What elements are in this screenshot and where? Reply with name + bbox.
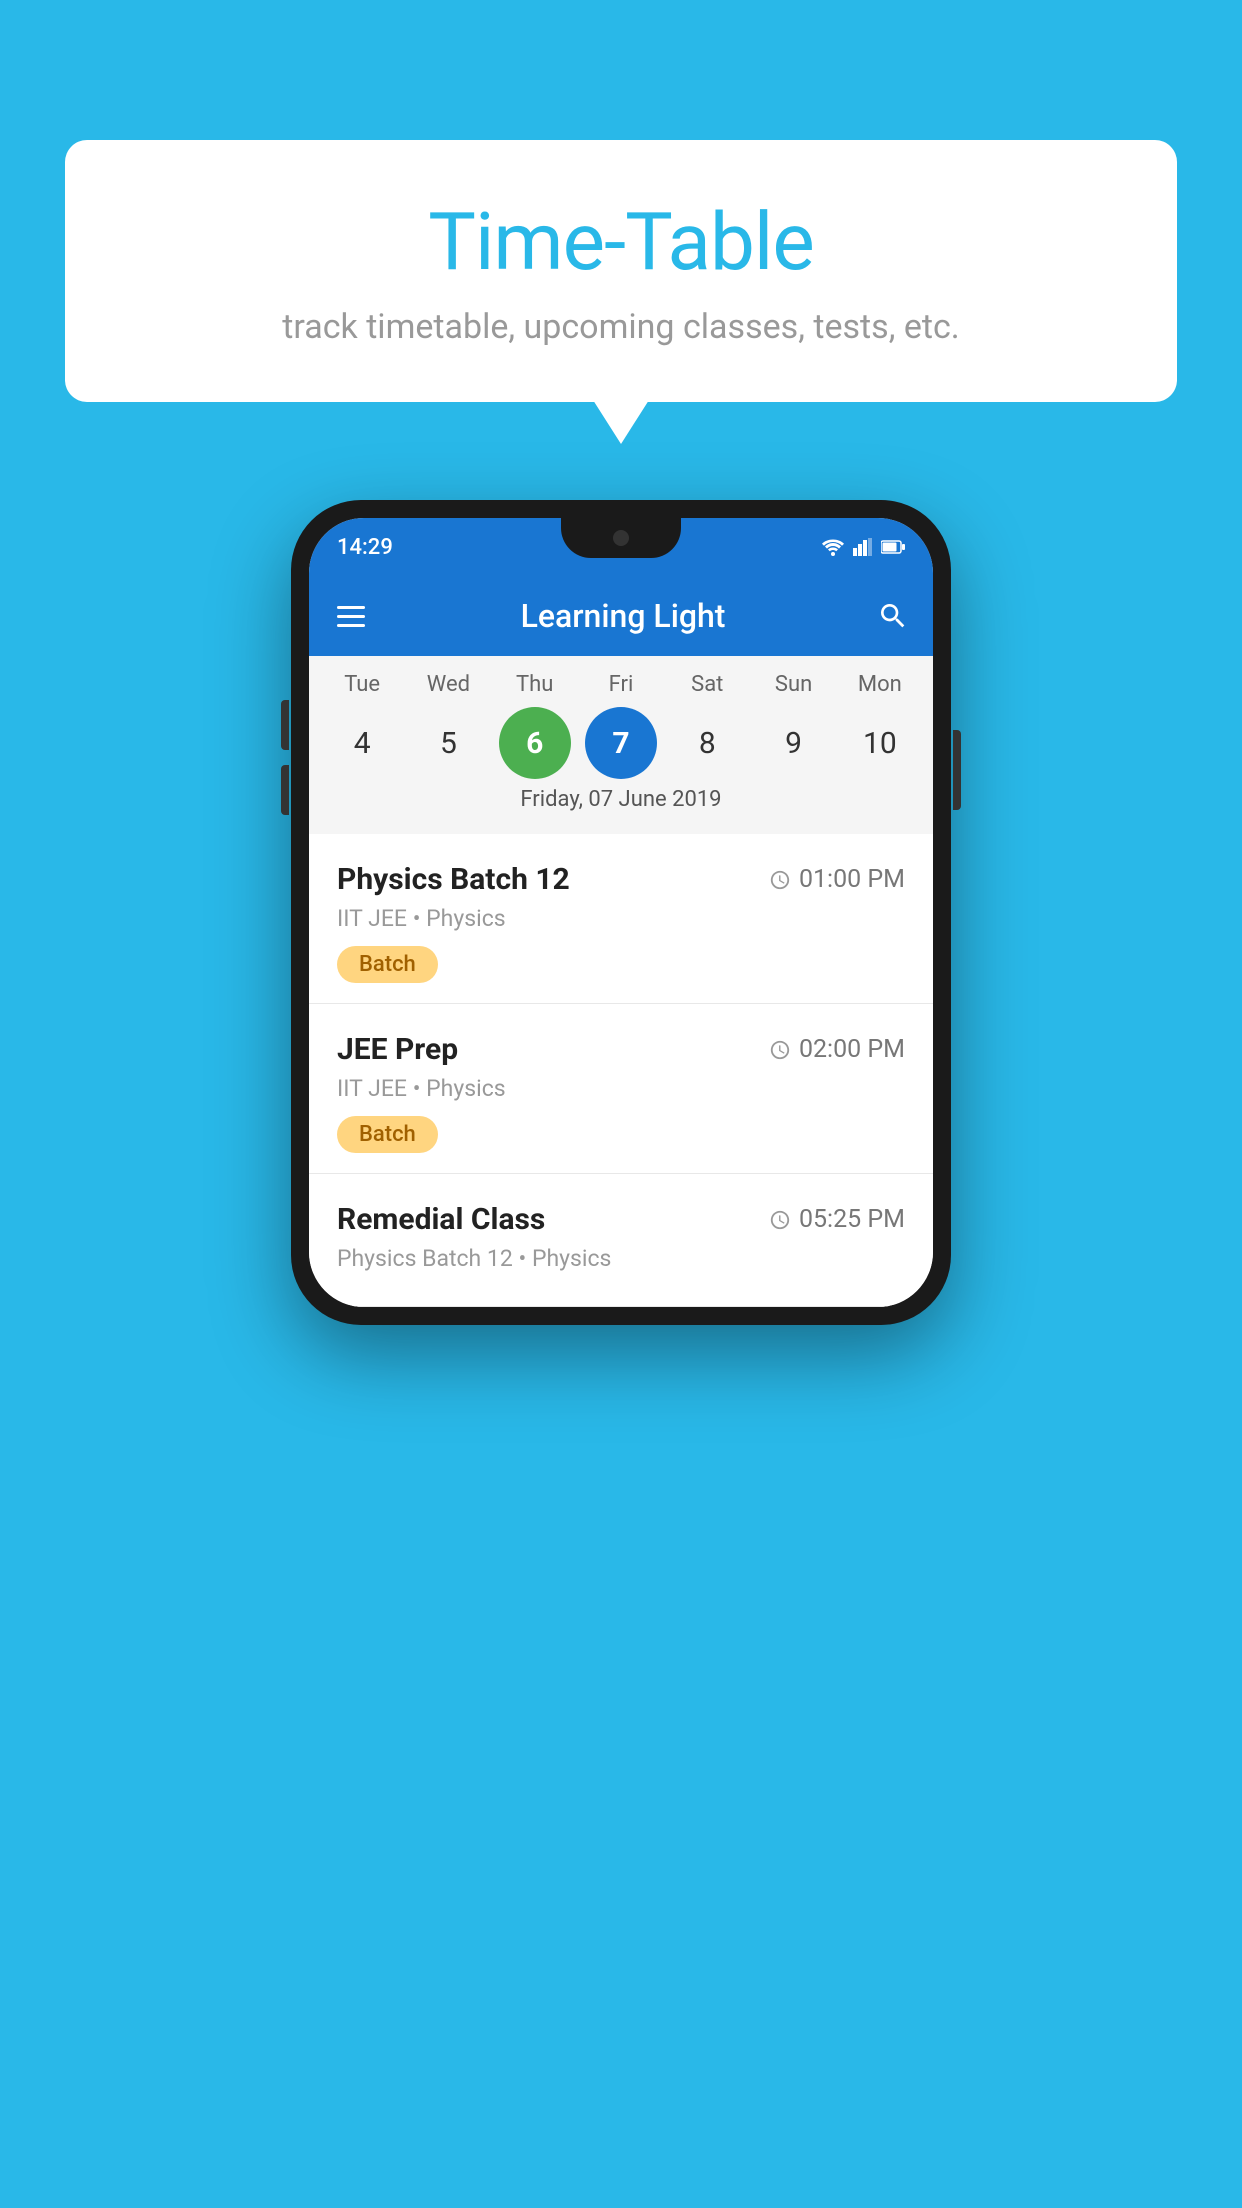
day-header: Tue (326, 672, 398, 697)
day-number[interactable]: 7 (585, 707, 657, 779)
day-number[interactable]: 10 (844, 707, 916, 779)
schedule-item[interactable]: Remedial Class 05:25 PM Physics Batch 12… (309, 1174, 933, 1307)
day-number[interactable]: 9 (758, 707, 830, 779)
day-numbers: 45678910 (309, 707, 933, 779)
volume-up-button[interactable] (281, 700, 289, 750)
volume-down-button[interactable] (281, 765, 289, 815)
selected-date: Friday, 07 June 2019 (309, 779, 933, 826)
power-button[interactable] (953, 730, 961, 810)
bubble-subtitle: track timetable, upcoming classes, tests… (125, 307, 1117, 347)
day-number[interactable]: 8 (671, 707, 743, 779)
clock-icon (769, 869, 791, 891)
schedule-meta: IIT JEE • Physics (337, 1075, 905, 1102)
phone-mockup: 14:29 (291, 500, 951, 1325)
phone-screen: 14:29 (309, 518, 933, 1307)
batch-tag: Batch (337, 1116, 438, 1153)
schedule-time: 02:00 PM (769, 1035, 905, 1064)
day-number[interactable]: 6 (499, 707, 571, 779)
day-header: Sun (758, 672, 830, 697)
signal-icon (853, 538, 873, 556)
day-header: Sat (671, 672, 743, 697)
schedule-list: Physics Batch 12 01:00 PM IIT JEE • Phys… (309, 834, 933, 1307)
clock-icon (769, 1209, 791, 1231)
day-header: Wed (412, 672, 484, 697)
menu-button[interactable] (333, 602, 369, 631)
day-number[interactable]: 5 (412, 707, 484, 779)
speech-bubble: Time-Table track timetable, upcoming cla… (65, 140, 1177, 402)
status-bar: 14:29 (309, 518, 933, 576)
schedule-item-header: Physics Batch 12 01:00 PM (337, 862, 905, 897)
schedule-item[interactable]: Physics Batch 12 01:00 PM IIT JEE • Phys… (309, 834, 933, 1004)
phone-frame: 14:29 (291, 500, 951, 1325)
schedule-time: 01:00 PM (769, 865, 905, 894)
schedule-title: JEE Prep (337, 1032, 458, 1067)
schedule-title: Remedial Class (337, 1202, 545, 1237)
day-number[interactable]: 4 (326, 707, 398, 779)
search-icon[interactable] (877, 600, 909, 632)
bubble-title: Time-Table (125, 195, 1117, 289)
app-title: Learning Light (369, 597, 877, 635)
status-icons (821, 538, 905, 556)
schedule-time: 05:25 PM (769, 1205, 905, 1234)
notch (561, 518, 681, 558)
day-header: Fri (585, 672, 657, 697)
clock-icon (769, 1039, 791, 1061)
speech-bubble-section: Time-Table track timetable, upcoming cla… (65, 140, 1177, 402)
schedule-item[interactable]: JEE Prep 02:00 PM IIT JEE • Physics Batc… (309, 1004, 933, 1174)
schedule-item-header: JEE Prep 02:00 PM (337, 1032, 905, 1067)
wifi-icon (821, 538, 845, 556)
schedule-meta: IIT JEE • Physics (337, 905, 905, 932)
status-time: 14:29 (337, 535, 393, 560)
day-headers: Tue Wed Thu Fri Sat Sun Mon (309, 672, 933, 697)
app-bar: Learning Light (309, 576, 933, 656)
schedule-item-header: Remedial Class 05:25 PM (337, 1202, 905, 1237)
schedule-title: Physics Batch 12 (337, 862, 570, 897)
day-header: Thu (499, 672, 571, 697)
camera (613, 530, 629, 546)
batch-tag: Batch (337, 946, 438, 983)
schedule-meta: Physics Batch 12 • Physics (337, 1245, 905, 1272)
day-header: Mon (844, 672, 916, 697)
battery-icon (881, 540, 905, 554)
calendar-strip: Tue Wed Thu Fri Sat Sun Mon 45678910 Friday, 0… (309, 656, 933, 834)
